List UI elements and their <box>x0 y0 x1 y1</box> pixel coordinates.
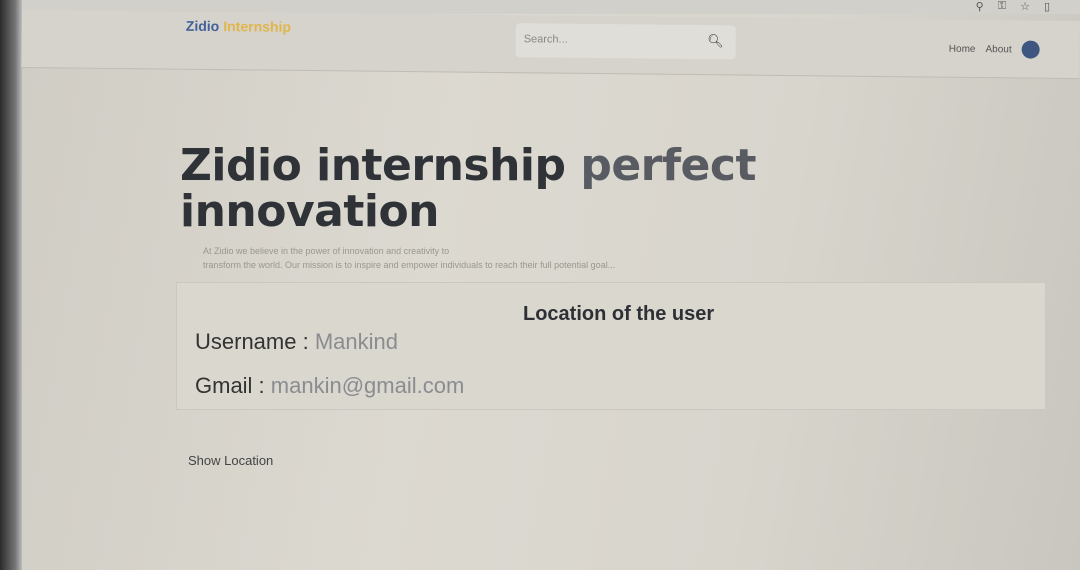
page-title: Zidio internship perfect innovation <box>180 140 756 237</box>
username-row: Username : Mankind <box>195 329 398 354</box>
location-heading: Location of the user <box>523 303 715 325</box>
star-icon[interactable]: ☆ <box>1020 0 1030 13</box>
location-icon[interactable]: ⚲ <box>976 0 984 13</box>
nav-home-link[interactable]: Home <box>949 43 976 54</box>
search-placeholder: Search... <box>523 33 568 46</box>
logo-second: Internship <box>223 18 292 35</box>
logo-first: Zidio <box>185 17 220 35</box>
gmail-row: Gmail : mankin@gmail.com <box>195 373 465 398</box>
nav-about-link[interactable]: About <box>985 44 1011 55</box>
extension-icon[interactable]: ▯ <box>1044 0 1050 13</box>
show-location-button[interactable]: Show Location <box>188 453 273 468</box>
hero-description: At Zidio we believe in the power of inno… <box>203 246 616 270</box>
search-input[interactable]: Search... 🔍︎ <box>515 23 736 60</box>
screen-bezel <box>0 0 22 570</box>
navbar: Zidio Internship Search... 🔍︎ Home About <box>21 10 1080 80</box>
avatar[interactable] <box>1021 40 1040 59</box>
logo[interactable]: Zidio Internship <box>186 18 291 35</box>
key-icon[interactable]: ⚿ <box>998 0 1006 13</box>
search-icon[interactable]: 🔍︎ <box>707 33 724 49</box>
user-card: Location of the user Username : Mankind … <box>176 282 1046 410</box>
